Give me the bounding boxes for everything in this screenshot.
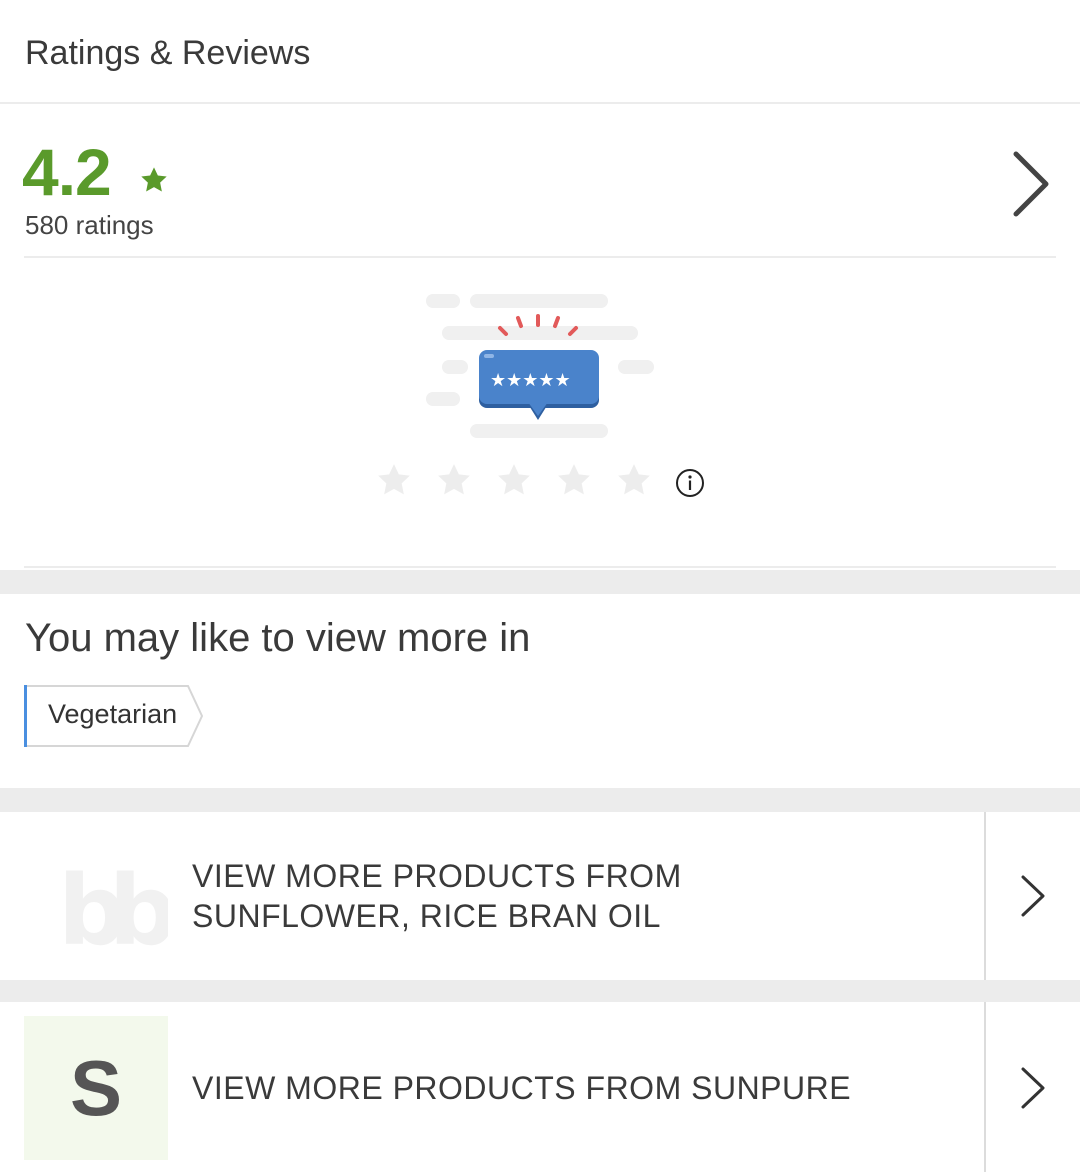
- section-title: Ratings & Reviews: [25, 34, 311, 72]
- section-gap: [0, 570, 1080, 594]
- chevron-right-icon[interactable]: [1018, 1065, 1048, 1111]
- rate-star-2[interactable]: [434, 460, 474, 500]
- chevron-right-icon[interactable]: [1018, 873, 1048, 919]
- brand-row-label-line1: VIEW MORE PRODUCTS FROM: [192, 858, 682, 894]
- svg-text:bb: bb: [58, 855, 168, 967]
- rate-review-illustration-icon: ★★★★★: [426, 294, 654, 438]
- ratings-header: Ratings & Reviews: [0, 0, 1080, 104]
- rate-stars: [372, 460, 672, 504]
- divider: [24, 256, 1056, 258]
- section-gap: [0, 980, 1080, 1002]
- brand-row[interactable]: bb VIEW MORE PRODUCTS FROM SUNFLOWER, RI…: [0, 812, 1080, 980]
- brand-row-label-line2: SUNFLOWER, RICE BRAN OIL: [192, 898, 661, 934]
- brand-row-label: VIEW MORE PRODUCTS FROM SUNPURE: [192, 1070, 852, 1106]
- divider: [24, 566, 1056, 568]
- rate-star-5[interactable]: [614, 460, 654, 500]
- rating-value: 4.2: [22, 135, 112, 209]
- divider: [984, 1002, 986, 1172]
- rate-star-1[interactable]: [374, 460, 414, 500]
- category-tag-vegetarian[interactable]: Vegetarian: [24, 685, 204, 747]
- view-more-title: You may like to view more in: [25, 616, 531, 660]
- tag-label: Vegetarian: [48, 699, 178, 729]
- ratings-page: Ratings & Reviews 4.2 580 ratings ★★★★★: [0, 0, 1080, 1172]
- brand-row[interactable]: S VIEW MORE PRODUCTS FROM SUNPURE: [0, 1002, 1080, 1172]
- info-icon[interactable]: [675, 468, 705, 498]
- section-gap: [0, 788, 1080, 812]
- star-icon: [141, 167, 167, 192]
- svg-text:★★★★★: ★★★★★: [490, 370, 571, 391]
- brand-logo: S: [24, 1016, 168, 1160]
- rating-summary[interactable]: 4.2 580 ratings: [0, 104, 1080, 258]
- rating-count: 580 ratings: [25, 210, 154, 240]
- chevron-right-icon[interactable]: [1008, 148, 1054, 220]
- brand-row-label: VIEW MORE PRODUCTS FROM SUNFLOWER, RICE …: [192, 856, 682, 936]
- divider: [984, 812, 986, 980]
- rate-star-4[interactable]: [554, 460, 594, 500]
- rate-star-3[interactable]: [494, 460, 534, 500]
- brand-logo-letter: S: [69, 1044, 123, 1132]
- bb-logo-icon: bb: [58, 855, 168, 967]
